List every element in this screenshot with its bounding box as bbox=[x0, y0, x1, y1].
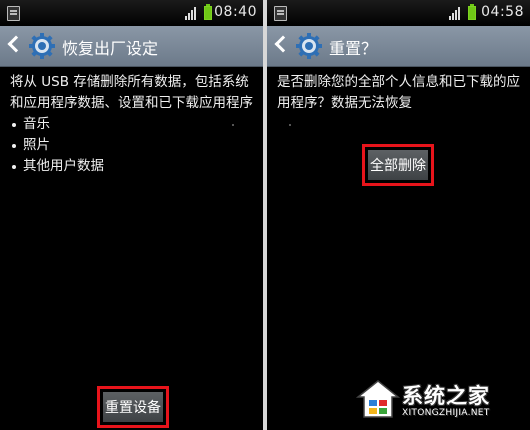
watermark-title: 系统之家 bbox=[402, 384, 490, 408]
page-title: 重置？ bbox=[329, 39, 378, 58]
highlight-box: 全部删除 bbox=[362, 144, 434, 186]
notification-icon bbox=[274, 6, 287, 21]
reset-device-button[interactable]: 重置设备 bbox=[103, 392, 163, 422]
back-icon[interactable] bbox=[274, 35, 292, 53]
delete-all-button[interactable]: 全部删除 bbox=[368, 150, 428, 180]
status-time: 08:40 bbox=[214, 4, 257, 20]
content-area: 是否删除您的全部个人信息和已下载的应用程序？数据无法恢复 bbox=[277, 72, 522, 114]
screen-speck bbox=[289, 124, 291, 126]
settings-gear-icon bbox=[296, 33, 322, 59]
battery-icon bbox=[468, 4, 476, 20]
status-bar: 08:40 bbox=[0, 0, 263, 26]
action-bar: 恢复出厂设定 bbox=[0, 26, 263, 67]
list-item: 音乐 bbox=[10, 114, 255, 135]
content-area: 将从 USB 存储删除所有数据，包括系统和应用程序数据、设置和已下载应用程序 音… bbox=[10, 72, 255, 177]
list-item: 其他用户数据 bbox=[10, 156, 255, 177]
data-list: 音乐 照片 其他用户数据 bbox=[10, 114, 255, 177]
action-bar: 重置？ bbox=[267, 26, 530, 67]
status-time: 04:58 bbox=[481, 4, 524, 20]
screen-speck bbox=[232, 124, 234, 126]
page-title: 恢复出厂设定 bbox=[62, 39, 159, 58]
list-item: 照片 bbox=[10, 135, 255, 156]
reset-description: 将从 USB 存储删除所有数据，包括系统和应用程序数据、设置和已下载应用程序 bbox=[10, 74, 253, 111]
settings-gear-icon bbox=[29, 33, 55, 59]
notification-icon bbox=[7, 6, 20, 21]
confirm-description: 是否删除您的全部个人信息和已下载的应用程序？数据无法恢复 bbox=[277, 74, 520, 111]
right-phone-screen: 04:58 重置？ 是否删除您的全部个人信息和已下载的应用程序？数据无法恢复 全… bbox=[267, 0, 530, 430]
left-phone-screen: 08:40 恢复出厂设定 将从 USB 存储删除所有数据，包括系统和应用程序数据… bbox=[0, 0, 263, 430]
signal-icon bbox=[185, 7, 196, 20]
site-watermark: 系统之家 XITONGZHIJIA.NET bbox=[356, 376, 526, 428]
status-bar: 04:58 bbox=[267, 0, 530, 26]
back-icon[interactable] bbox=[7, 35, 25, 53]
house-logo-icon bbox=[356, 380, 400, 418]
battery-icon bbox=[204, 4, 212, 20]
highlight-box: 重置设备 bbox=[97, 386, 169, 428]
watermark-url: XITONGZHIJIA.NET bbox=[402, 408, 490, 418]
signal-icon bbox=[449, 7, 460, 20]
